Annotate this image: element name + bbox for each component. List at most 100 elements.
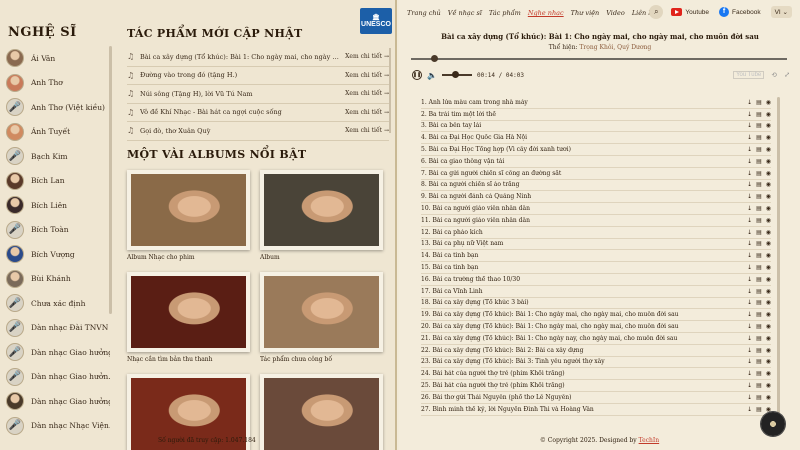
download-icon[interactable]: ⤓: [747, 122, 752, 129]
youtube-badge-icon[interactable]: You Tube: [733, 71, 765, 79]
artist-item[interactable]: 🎤 Dàn nhạc Đài TNVN: [6, 316, 110, 341]
designer-link[interactable]: TechIn: [639, 437, 660, 444]
nav-link[interactable]: Về nhạc sĩ: [448, 9, 482, 17]
artist-item[interactable]: 🎤 Bích Toàn: [6, 218, 110, 243]
view-details-link[interactable]: Xem chi tiết →: [345, 127, 389, 134]
download-icon[interactable]: ⤓: [747, 134, 752, 141]
view-icon[interactable]: ◉: [766, 323, 771, 330]
album-card[interactable]: Album: [260, 170, 383, 261]
view-icon[interactable]: ◉: [766, 311, 771, 318]
artist-item[interactable]: Bích Lan: [6, 169, 110, 194]
playlist-item[interactable]: 9. Bài ca người đánh cá Quảng Ninh ⤓ ▤ ◉: [421, 191, 771, 204]
download-icon[interactable]: ⤓: [747, 406, 752, 413]
playlist-item[interactable]: 22. Bài ca xây dựng (Tổ khúc): Bài 2: Bà…: [421, 345, 771, 357]
view-icon[interactable]: ◉: [766, 264, 771, 271]
playlist-item[interactable]: 7. Bài ca gửi người chiến sĩ công an đườ…: [421, 168, 771, 180]
artist-item[interactable]: Bích Vượng: [6, 242, 110, 267]
download-icon[interactable]: ⤓: [747, 323, 752, 330]
playlist-item[interactable]: 16. Bài ca trường thể thao 10/30 ⤓ ▤ ◉: [421, 274, 771, 286]
artist-scrollbar[interactable]: [109, 46, 112, 314]
nav-link[interactable]: Video: [606, 9, 625, 17]
view-icon[interactable]: ◉: [766, 181, 771, 188]
sheet-music-icon[interactable]: ▤: [756, 288, 762, 295]
sheet-music-icon[interactable]: ▤: [756, 205, 762, 212]
download-icon[interactable]: ⤓: [747, 170, 752, 177]
playlist-item[interactable]: 13. Bài ca phụ nữ Việt nam ⤓ ▤ ◉: [421, 239, 771, 251]
artist-item[interactable]: 🎤 Bạch Kim: [6, 144, 110, 169]
download-icon[interactable]: ⤓: [747, 382, 752, 389]
view-icon[interactable]: ◉: [766, 111, 771, 118]
playlist-item[interactable]: 11. Bài ca người giáo viên nhân dân ⤓ ▤ ◉: [421, 215, 771, 227]
repeat-icon[interactable]: ⟲: [771, 71, 777, 79]
work-item[interactable]: ♫ Bài ca xây dựng (Tổ khúc): Bài 1: Cho n…: [127, 48, 389, 67]
album-card[interactable]: Tác phẩm chưa công bố: [260, 272, 383, 363]
playlist-item[interactable]: 17. Bài ca Vĩnh Linh ⤓ ▤ ◉: [421, 286, 771, 298]
artist-item[interactable]: 🎤 Anh Thơ (Việt kiều): [6, 95, 110, 120]
artist-item[interactable]: Ánh Tuyết: [6, 120, 110, 145]
sheet-music-icon[interactable]: ▤: [756, 370, 762, 377]
playlist-item[interactable]: 10. Bài ca người giáo viên nhân dân ⤓ ▤ ◉: [421, 203, 771, 215]
view-icon[interactable]: ◉: [766, 146, 771, 153]
download-icon[interactable]: ⤓: [747, 158, 752, 165]
view-icon[interactable]: ◉: [766, 335, 771, 342]
view-icon[interactable]: ◉: [766, 229, 771, 236]
playlist-item[interactable]: 15. Bài ca tình bạn ⤓ ▤ ◉: [421, 262, 771, 274]
download-icon[interactable]: ⤓: [747, 229, 752, 236]
sheet-music-icon[interactable]: ▤: [756, 99, 762, 106]
playlist-item[interactable]: 2. Ba trái tim một lời thề ⤓ ▤ ◉: [421, 109, 771, 121]
download-icon[interactable]: ⤓: [747, 394, 752, 401]
view-icon[interactable]: ◉: [766, 252, 771, 259]
artist-item[interactable]: Bùi Khánh: [6, 267, 110, 292]
view-icon[interactable]: ◉: [766, 170, 771, 177]
view-icon[interactable]: ◉: [766, 394, 771, 401]
work-item[interactable]: ♫ Gọi đò, thơ Xuân Quỳ Xem chi tiết →: [127, 122, 389, 141]
playlist-item[interactable]: 25. Bài hát của người thợ trẻ (phim Khối…: [421, 380, 771, 392]
artist-item[interactable]: 🎤 Dàn nhạc Nhạc Viện...: [6, 414, 110, 439]
album-card[interactable]: [260, 374, 383, 450]
work-item[interactable]: ♫ Đường vào trong đó (tặng H.) Xem chi tiế…: [127, 67, 389, 85]
download-icon[interactable]: ⤓: [747, 276, 752, 283]
view-icon[interactable]: ◉: [766, 382, 771, 389]
sheet-music-icon[interactable]: ▤: [756, 264, 762, 271]
playlist-item[interactable]: 27. Bình minh thế kỷ, lời Nguyễn Đình Th…: [421, 404, 771, 416]
playlist-item[interactable]: 18. Bài ca xây dựng (Tổ khúc 3 bài) ⤓ ▤ ◉: [421, 298, 771, 310]
playlist-item[interactable]: 3. Bài ca bên tay lái ⤓ ▤ ◉: [421, 121, 771, 133]
view-details-link[interactable]: Xem chi tiết →: [345, 53, 389, 60]
view-icon[interactable]: ◉: [766, 276, 771, 283]
artist-item[interactable]: Dàn nhạc Giao hưởng...: [6, 389, 110, 414]
download-icon[interactable]: ⤓: [747, 335, 752, 342]
download-icon[interactable]: ⤓: [747, 146, 752, 153]
nav-link[interactable]: Thư viện: [571, 9, 600, 17]
download-icon[interactable]: ⤓: [747, 299, 752, 306]
sheet-music-icon[interactable]: ▤: [756, 111, 762, 118]
volume-slider[interactable]: [441, 71, 472, 78]
playlist-item[interactable]: 12. Bài ca pháo kích ⤓ ▤ ◉: [421, 227, 771, 239]
download-icon[interactable]: ⤓: [747, 240, 752, 247]
sheet-music-icon[interactable]: ▤: [756, 347, 762, 354]
download-icon[interactable]: ⤓: [747, 193, 752, 200]
sheet-music-icon[interactable]: ▤: [756, 335, 762, 342]
playlist-item[interactable]: 20. Bài ca xây dựng (Tổ khúc): Bài 1: Ch…: [421, 321, 771, 333]
view-icon[interactable]: ◉: [766, 205, 771, 212]
download-icon[interactable]: ⤓: [747, 181, 752, 188]
download-icon[interactable]: ⤓: [747, 264, 752, 271]
view-icon[interactable]: ◉: [766, 299, 771, 306]
volume-icon[interactable]: 🔈: [427, 71, 437, 80]
view-details-link[interactable]: Xem chi tiết →: [345, 109, 389, 116]
fullscreen-icon[interactable]: ⤢: [784, 71, 790, 79]
playlist-item[interactable]: 14. Bài ca tình bạn ⤓ ▤ ◉: [421, 250, 771, 263]
view-icon[interactable]: ◉: [766, 288, 771, 295]
download-icon[interactable]: ⤓: [747, 347, 752, 354]
playlist-item[interactable]: 4. Bài ca Đại Học Quốc Gia Hà Nội ⤓ ▤ ◉: [421, 132, 771, 145]
download-icon[interactable]: ⤓: [747, 370, 752, 377]
view-details-link[interactable]: Xem chi tiết →: [345, 72, 389, 79]
playlist-item[interactable]: 5. Bài ca Đại Học Tổng hợp (Vì cây đời x…: [421, 144, 771, 156]
view-icon[interactable]: ◉: [766, 358, 771, 365]
download-icon[interactable]: ⤓: [747, 311, 752, 318]
sheet-music-icon[interactable]: ▤: [756, 276, 762, 283]
pause-icon[interactable]: ❚❚: [412, 70, 422, 80]
facebook-link[interactable]: f Facebook: [719, 7, 761, 17]
volume-handle[interactable]: [451, 71, 459, 78]
view-details-link[interactable]: Xem chi tiết →: [345, 90, 389, 97]
sheet-music-icon[interactable]: ▤: [756, 382, 762, 389]
